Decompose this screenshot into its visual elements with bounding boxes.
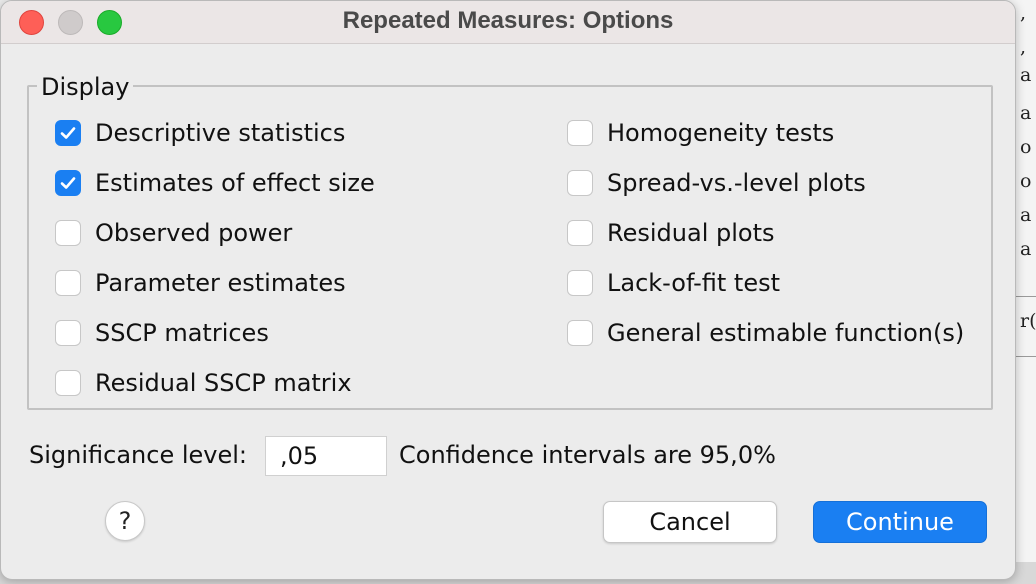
significance-level-label: Significance level: [29,441,247,469]
background-text: o [1020,136,1032,158]
background-text: , [1020,2,1027,24]
option-label: Homogeneity tests [607,119,835,147]
option-label: Estimates of effect size [95,169,375,197]
checkbox[interactable] [55,170,81,196]
checkbox[interactable] [567,170,593,196]
option-residual-plots[interactable]: Residual plots [567,216,774,250]
checkbox[interactable] [55,370,81,396]
background-text: o [1020,170,1032,192]
checkbox[interactable] [567,220,593,246]
option-label: SSCP matrices [95,319,269,347]
option-label: Spread-vs.-level plots [607,169,866,197]
help-button[interactable]: ? [105,501,145,541]
cancel-button[interactable]: Cancel [603,501,777,543]
option-spread-vs-level-plots[interactable]: Spread-vs.-level plots [567,166,866,200]
checkmark-icon [60,127,76,139]
checkbox[interactable] [567,320,593,346]
option-general-estimable-function[interactable]: General estimable function(s) [567,316,964,350]
checkbox[interactable] [567,270,593,296]
option-label: Residual SSCP matrix [95,369,352,397]
option-observed-power[interactable]: Observed power [55,216,292,250]
options-dialog: Repeated Measures: Options Display Descr… [0,0,1016,580]
checkbox[interactable] [55,270,81,296]
option-label: Residual plots [607,219,775,247]
checkmark-icon [60,177,76,189]
continue-button[interactable]: Continue [813,501,987,543]
option-label: Observed power [95,219,293,247]
checkbox[interactable] [55,320,81,346]
display-group-title: Display [37,73,134,101]
window-title: Repeated Measures: Options [342,7,674,34]
background-text: a [1020,238,1032,260]
checkbox[interactable] [55,220,81,246]
confidence-intervals-text: Confidence intervals are 95,0% [399,441,776,469]
significance-level-input[interactable] [265,436,387,476]
option-estimates-of-effect-size[interactable]: Estimates of effect size [55,166,375,200]
option-parameter-estimates[interactable]: Parameter estimates [55,266,346,300]
option-label: Lack-of-fit test [607,269,781,297]
checkbox[interactable] [567,120,593,146]
title-bar: Repeated Measures: Options [1,1,1015,44]
checkbox[interactable] [55,120,81,146]
background-text: r( [1020,310,1036,332]
option-descriptive-statistics[interactable]: Descriptive statistics [55,116,345,150]
option-label: General estimable function(s) [607,319,965,347]
option-lack-of-fit-test[interactable]: Lack-of-fit test [567,266,780,300]
option-label: Descriptive statistics [95,119,346,147]
background-text: , [1020,36,1027,58]
option-residual-sscp-matrix[interactable]: Residual SSCP matrix [55,366,352,400]
option-sscp-matrices[interactable]: SSCP matrices [55,316,269,350]
option-homogeneity-tests[interactable]: Homogeneity tests [567,116,834,150]
background-text: a [1020,64,1032,86]
background-text: a [1020,102,1032,124]
option-label: Parameter estimates [95,269,346,297]
background-text: a [1020,204,1032,226]
